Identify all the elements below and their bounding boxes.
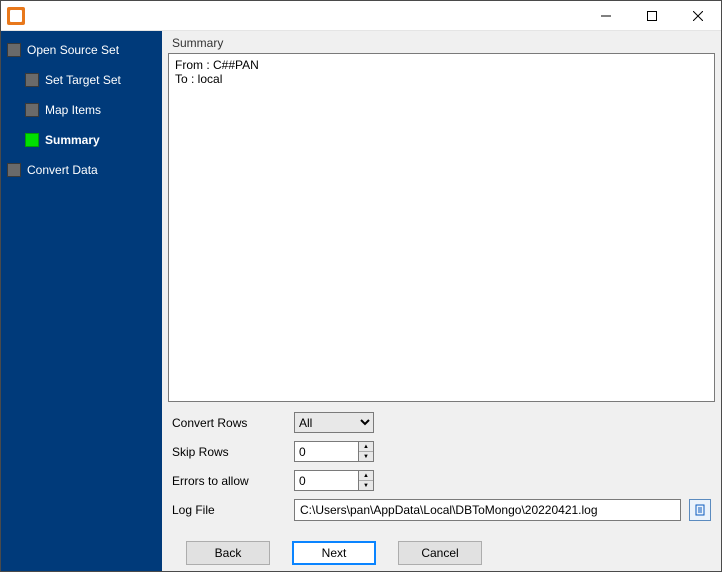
summary-textarea[interactable]: From : C##PAN To : local xyxy=(168,53,715,402)
row-log-file: Log File xyxy=(172,499,711,521)
back-button[interactable]: Back xyxy=(186,541,270,565)
step-box-icon xyxy=(7,163,21,177)
errors-allow-label: Errors to allow xyxy=(172,474,294,488)
errors-allow-input[interactable] xyxy=(294,470,358,491)
main-panel: Summary From : C##PAN To : local Convert… xyxy=(162,31,721,571)
step-box-icon xyxy=(25,133,39,147)
convert-rows-label: Convert Rows xyxy=(172,416,294,430)
log-file-input[interactable] xyxy=(294,499,681,521)
spin-up-icon[interactable]: ▲ xyxy=(359,471,373,481)
step-box-icon xyxy=(25,73,39,87)
sidebar-item-map-items[interactable]: Map Items xyxy=(25,101,156,119)
sidebar: Open Source Set Set Target Set Map Items… xyxy=(1,31,162,571)
document-icon xyxy=(694,504,706,516)
row-skip-rows: Skip Rows ▲ ▼ xyxy=(172,441,711,462)
next-button[interactable]: Next xyxy=(292,541,376,565)
body: Open Source Set Set Target Set Map Items… xyxy=(1,31,721,571)
row-errors-allow: Errors to allow ▲ ▼ xyxy=(172,470,711,491)
sidebar-item-label: Set Target Set xyxy=(45,73,121,87)
maximize-button[interactable] xyxy=(629,1,675,30)
cancel-button[interactable]: Cancel xyxy=(398,541,482,565)
sidebar-item-summary[interactable]: Summary xyxy=(25,131,156,149)
close-button[interactable] xyxy=(675,1,721,30)
sidebar-item-label: Convert Data xyxy=(27,163,98,177)
step-box-icon xyxy=(25,103,39,117)
sidebar-item-label: Summary xyxy=(45,133,100,147)
sidebar-item-label: Open Source Set xyxy=(27,43,119,57)
errors-allow-spinner: ▲ ▼ xyxy=(294,470,374,491)
window-controls xyxy=(583,1,721,30)
sidebar-item-convert-data[interactable]: Convert Data xyxy=(7,161,156,179)
button-bar: Back Next Cancel xyxy=(168,533,715,567)
sidebar-item-open-source-set[interactable]: Open Source Set xyxy=(7,41,156,59)
titlebar-left xyxy=(1,7,25,25)
titlebar xyxy=(1,1,721,31)
section-title: Summary xyxy=(168,33,715,53)
row-convert-rows: Convert Rows All xyxy=(172,412,711,433)
app-window: Open Source Set Set Target Set Map Items… xyxy=(0,0,722,572)
skip-rows-label: Skip Rows xyxy=(172,445,294,459)
step-box-icon xyxy=(7,43,21,57)
log-file-label: Log File xyxy=(172,503,294,517)
browse-log-button[interactable] xyxy=(689,499,711,521)
app-icon xyxy=(7,7,25,25)
skip-rows-input[interactable] xyxy=(294,441,358,462)
spin-down-icon[interactable]: ▼ xyxy=(359,481,373,490)
options-panel: Convert Rows All Skip Rows ▲ xyxy=(168,402,715,533)
minimize-button[interactable] xyxy=(583,1,629,30)
convert-rows-select[interactable]: All xyxy=(294,412,374,433)
spin-up-icon[interactable]: ▲ xyxy=(359,442,373,452)
skip-rows-spinner: ▲ ▼ xyxy=(294,441,374,462)
sidebar-item-label: Map Items xyxy=(45,103,101,117)
spin-down-icon[interactable]: ▼ xyxy=(359,452,373,461)
sidebar-item-set-target-set[interactable]: Set Target Set xyxy=(25,71,156,89)
